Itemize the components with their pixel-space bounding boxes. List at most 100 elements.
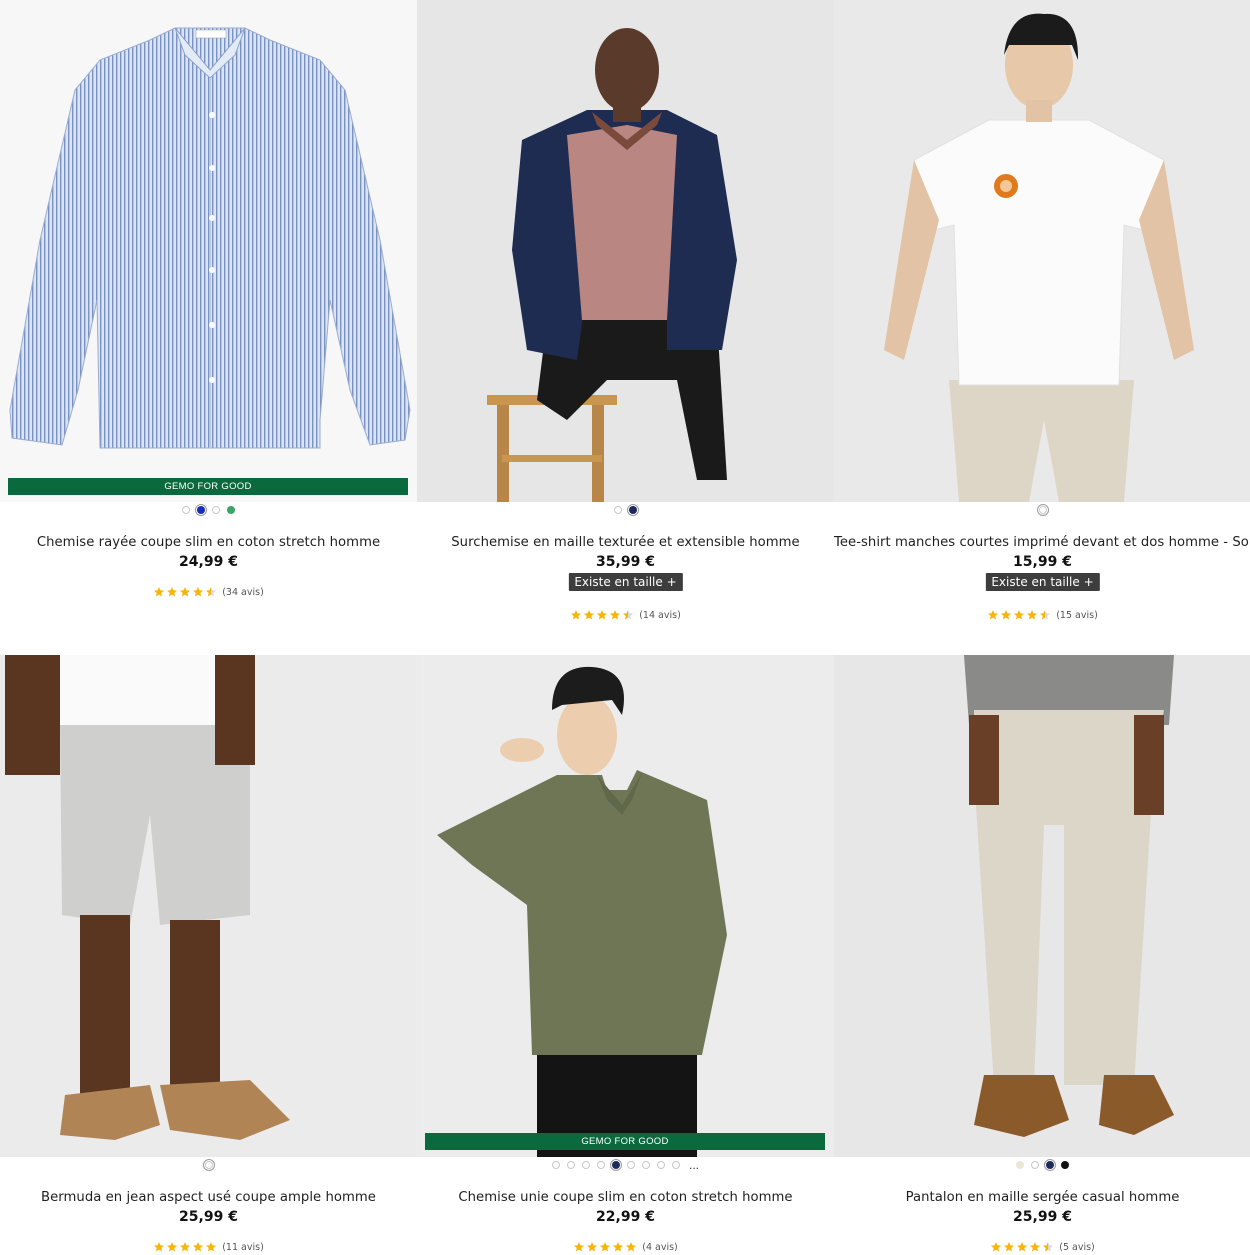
product-card[interactable]: Pantalon en maille sergée casual homme 2…: [834, 655, 1250, 1255]
gemo-for-good-badge: GEMO FOR GOOD: [425, 1133, 825, 1150]
product-title[interactable]: Surchemise en maille texturée et extensi…: [417, 535, 834, 550]
gemo-for-good-badge: GEMO FOR GOOD: [8, 478, 408, 495]
product-rating: (4 avis): [417, 1241, 834, 1253]
rating-stars: [153, 1241, 217, 1253]
product-image[interactable]: [0, 655, 417, 1157]
product-title[interactable]: Chemise unie coupe slim en coton stretch…: [417, 1190, 834, 1205]
rating-stars: [153, 586, 217, 598]
color-swatch[interactable]: [182, 506, 190, 514]
color-swatch[interactable]: [627, 504, 639, 516]
review-count[interactable]: (15 avis): [1056, 610, 1098, 621]
review-count[interactable]: (4 avis): [642, 1242, 678, 1253]
star-icon: [587, 1242, 598, 1252]
color-swatch[interactable]: [1036, 504, 1049, 516]
product-price: 15,99 €: [1013, 554, 1072, 570]
product-card[interactable]: GEMO FOR GOOD ... Chemise unie coupe sli…: [417, 655, 834, 1255]
color-swatches: [0, 504, 417, 516]
model-denim-bermuda-icon: [0, 655, 417, 1157]
star-icon: [1001, 610, 1012, 620]
star-icon: [1014, 610, 1025, 620]
product-card[interactable]: GEMO FOR GOOD Chemise rayée coupe slim e…: [0, 0, 417, 650]
star-icon: [154, 1242, 165, 1252]
size-options-button[interactable]: Existe en taille +: [985, 573, 1100, 591]
color-swatch[interactable]: [1016, 1161, 1024, 1169]
color-swatch[interactable]: [202, 1159, 215, 1171]
product-price: 24,99 €: [179, 554, 238, 570]
star-icon: [206, 587, 217, 597]
color-swatch[interactable]: [641, 1161, 650, 1169]
more-colors-indicator[interactable]: ...: [689, 1159, 699, 1171]
striped-shirt-icon: [0, 0, 417, 502]
product-title[interactable]: Pantalon en maille sergée casual homme: [834, 1190, 1250, 1205]
star-icon: [193, 587, 204, 597]
color-swatch[interactable]: [671, 1161, 680, 1169]
color-swatch[interactable]: [227, 506, 235, 514]
color-swatch[interactable]: [609, 1159, 622, 1171]
star-icon: [167, 587, 178, 597]
color-swatch[interactable]: [614, 506, 622, 514]
color-swatch[interactable]: [1031, 1161, 1039, 1169]
product-price: 35,99 €: [596, 554, 655, 570]
product-grid: GEMO FOR GOOD Chemise rayée coupe slim e…: [0, 0, 1250, 1255]
star-icon: [613, 1242, 624, 1252]
star-icon: [610, 610, 621, 620]
star-icon: [180, 1242, 191, 1252]
star-icon: [1017, 1242, 1028, 1252]
product-price: 22,99 €: [596, 1209, 655, 1225]
star-icon: [991, 1242, 1002, 1252]
product-price: 25,99 €: [1013, 1209, 1072, 1225]
product-title[interactable]: Bermuda en jean aspect usé coupe ample h…: [0, 1190, 417, 1205]
star-icon: [600, 1242, 611, 1252]
product-image[interactable]: [0, 0, 417, 502]
star-icon: [180, 587, 191, 597]
rating-stars: [573, 1241, 637, 1253]
product-rating: (15 avis): [834, 609, 1250, 621]
product-title[interactable]: Tee-shirt manches courtes imprimé devant…: [834, 535, 1250, 550]
color-swatch[interactable]: [1061, 1161, 1069, 1169]
product-rating: (14 avis): [417, 609, 834, 621]
product-image[interactable]: [834, 0, 1250, 502]
star-icon: [1027, 610, 1038, 620]
color-swatch[interactable]: [626, 1161, 635, 1169]
rating-stars: [987, 609, 1051, 621]
color-swatch[interactable]: [212, 506, 220, 514]
color-swatch[interactable]: [566, 1161, 575, 1169]
product-image[interactable]: [417, 655, 834, 1157]
star-icon: [1040, 610, 1051, 620]
color-swatch[interactable]: [551, 1161, 560, 1169]
product-rating: (11 avis): [0, 1241, 417, 1253]
color-swatch[interactable]: [581, 1161, 590, 1169]
star-icon: [1004, 1242, 1015, 1252]
star-icon: [1030, 1242, 1041, 1252]
product-rating: (5 avis): [834, 1241, 1250, 1253]
review-count[interactable]: (34 avis): [222, 587, 264, 598]
star-icon: [1043, 1242, 1054, 1252]
color-swatches: ...: [417, 1159, 834, 1171]
star-icon: [571, 610, 582, 620]
model-white-tee-icon: [834, 0, 1250, 502]
review-count[interactable]: (5 avis): [1059, 1242, 1095, 1253]
color-swatch[interactable]: [596, 1161, 605, 1169]
product-card[interactable]: Bermuda en jean aspect usé coupe ample h…: [0, 655, 417, 1255]
color-swatches: [834, 504, 1250, 516]
product-card[interactable]: Surchemise en maille texturée et extensi…: [417, 0, 834, 650]
star-icon: [626, 1242, 637, 1252]
review-count[interactable]: (11 avis): [222, 1242, 264, 1253]
color-swatches: [0, 1159, 417, 1171]
product-card[interactable]: Tee-shirt manches courtes imprimé devant…: [834, 0, 1250, 650]
color-swatches: [834, 1159, 1250, 1171]
product-price: 25,99 €: [179, 1209, 238, 1225]
color-swatch[interactable]: [1044, 1159, 1056, 1171]
rating-stars: [990, 1241, 1054, 1253]
color-swatch[interactable]: [195, 504, 207, 516]
star-icon: [988, 610, 999, 620]
product-image[interactable]: [417, 0, 834, 502]
size-options-button[interactable]: Existe en taille +: [568, 573, 683, 591]
product-image[interactable]: [834, 655, 1250, 1157]
color-swatch[interactable]: [656, 1161, 665, 1169]
star-icon: [574, 1242, 585, 1252]
star-icon: [597, 610, 608, 620]
product-title[interactable]: Chemise rayée coupe slim en coton stretc…: [0, 535, 417, 550]
product-rating: (34 avis): [0, 586, 417, 598]
review-count[interactable]: (14 avis): [639, 610, 681, 621]
